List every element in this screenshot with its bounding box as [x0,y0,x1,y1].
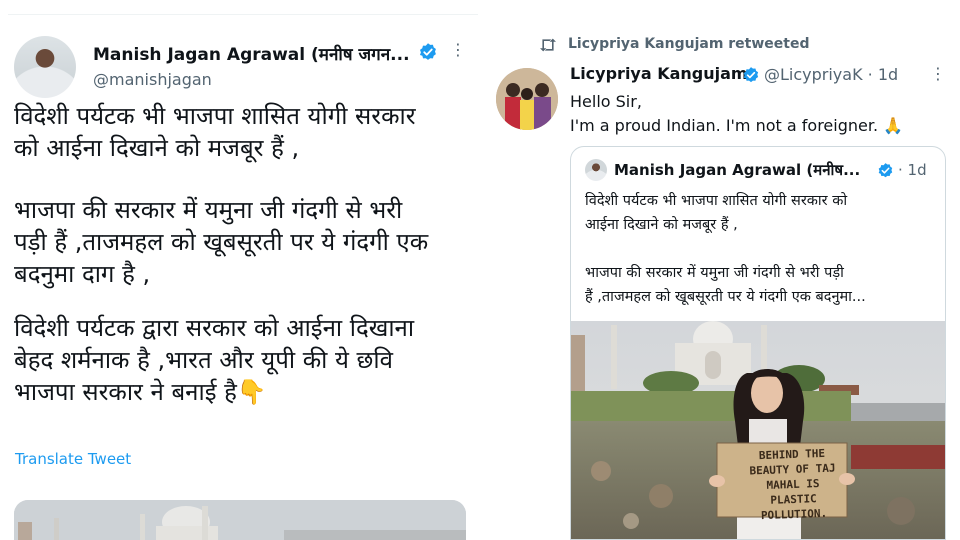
divider [8,14,478,15]
more-options-icon[interactable]: ⋮ [930,64,946,83]
avatar [585,159,607,181]
author-name[interactable]: Manish Jagan Agrawal (मनीष जगन... [93,42,410,65]
left-tweet[interactable]: Manish Jagan Agrawal (मनीष जगन... ⋮ @man… [0,0,480,540]
author-name[interactable]: Licypriya Kangujam [570,64,748,83]
quoted-author-name: Manish Jagan Agrawal (मनीष... [614,161,861,179]
avatar[interactable] [14,36,76,98]
verified-badge-icon [743,67,759,83]
tweet-paragraph: भाजपा की सरकार में यमुना जी गंदगी से भरी… [14,196,429,288]
tweet-text: Hello Sir, I'm a proud Indian. I'm not a… [570,90,950,138]
taj-mahal-photo-icon [14,500,466,540]
tweet-media-photo[interactable] [14,500,466,540]
author-handle-and-time[interactable]: @LicypriyaK · 1d [764,65,898,84]
tweet-text: विदेशी पर्यटक भी भाजपा शासित योगी सरकार … [14,100,474,408]
quoted-paragraph: विदेशी पर्यटक भी भाजपा शासित योगी सरकार … [585,193,848,233]
tweet-line: I'm a proud Indian. I'm not a foreigner.… [570,116,904,135]
verified-badge-icon [420,43,436,60]
more-options-icon[interactable]: ⋮ [450,40,466,59]
quoted-media-photo[interactable]: BEHIND THE BEAUTY OF TAJ MAHAL IS PLASTI… [571,321,945,539]
verified-badge-icon [878,163,893,178]
protest-sign-text: BEHIND THE BEAUTY OF TAJ MAHAL IS PLASTI… [749,446,836,523]
right-tweet[interactable]: Licypriya Kangujam retweeted Licypriya K… [480,0,960,540]
avatar[interactable] [496,68,558,130]
retweet-icon [540,38,556,52]
author-handle[interactable]: @manishjagan [93,70,212,89]
retweet-label[interactable]: Licypriya Kangujam retweeted [568,36,810,52]
tweet-line: Hello Sir, [570,92,642,111]
quoted-time: · 1d [898,161,927,179]
group-photo-icon [496,68,558,130]
quoted-text: विदेशी पर्यटक भी भाजपा शासित योगी सरकार … [585,189,937,309]
tweet-paragraph: विदेशी पर्यटक द्वारा सरकार को आईना दिखान… [14,314,415,406]
tweet-paragraph: विदेशी पर्यटक भी भाजपा शासित योगी सरकार … [14,102,416,162]
quoted-tweet[interactable]: Manish Jagan Agrawal (मनीष... · 1d विदेश… [570,146,946,540]
translate-tweet-link[interactable]: Translate Tweet [15,450,131,468]
quoted-paragraph: भाजपा की सरकार में यमुना जी गंदगी से भरी… [585,265,866,305]
